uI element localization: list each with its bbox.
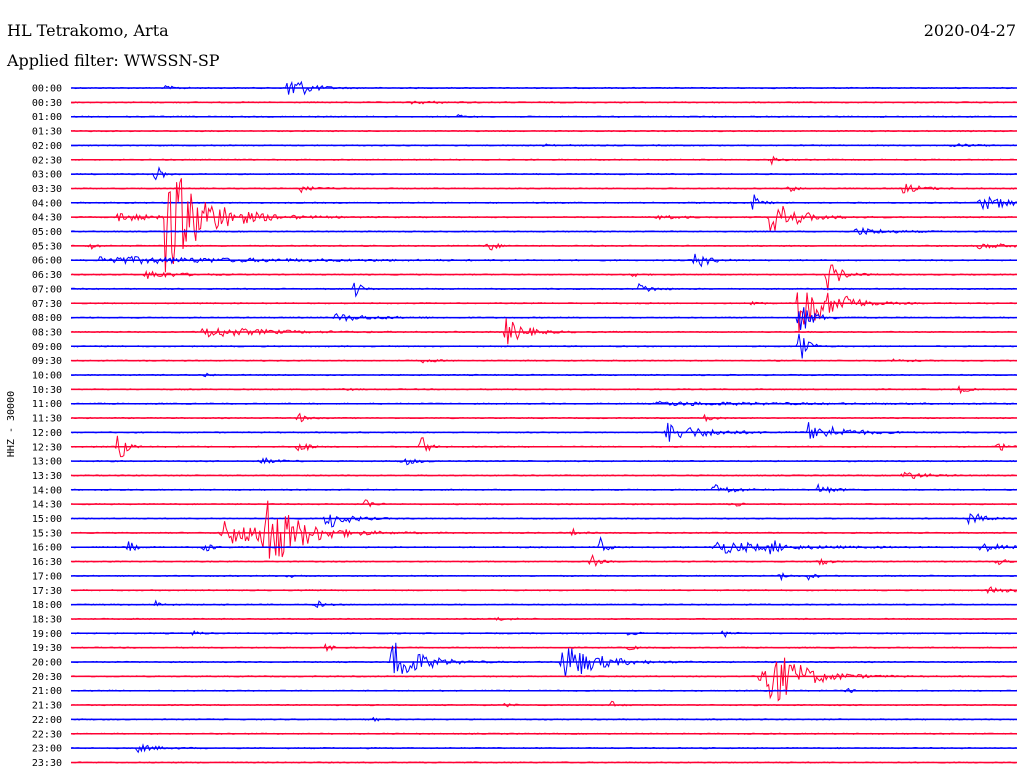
channel-label: HHZ - 30000 [6,391,17,457]
time-tick-label: 05:00 [32,227,62,238]
time-tick-label: 00:00 [32,84,62,95]
time-tick-label: 12:00 [32,428,62,439]
time-tick-label: 07:00 [32,284,62,295]
time-tick-label: 23:30 [32,758,62,769]
time-tick-label: 22:30 [32,729,62,740]
time-tick-label: 14:30 [32,500,62,511]
time-tick-label: 11:00 [32,399,62,410]
time-tick-label: 02:30 [32,155,62,166]
time-tick-label: 05:30 [32,241,62,252]
applied-filter: Applied filter: WWSSN-SP [6,51,220,70]
helicorder-plot: HL Tetrakomo, Arta 2020-04-27 Applied fi… [0,0,1024,780]
time-tick-label: 12:30 [32,442,62,453]
time-tick-label: 11:30 [32,414,62,425]
time-tick-label: 15:00 [32,514,62,525]
time-tick-label: 00:30 [32,98,62,109]
time-tick-label: 21:00 [32,686,62,697]
time-tick-label: 18:00 [32,600,62,611]
time-tick-label: 04:30 [32,213,62,224]
time-tick-label: 03:30 [32,184,62,195]
station-title: HL Tetrakomo, Arta [7,21,169,40]
time-tick-label: 22:00 [32,715,62,726]
time-tick-label: 04:00 [32,198,62,209]
time-tick-label: 15:30 [32,528,62,539]
time-tick-label: 10:00 [32,371,62,382]
time-tick-label: 01:30 [32,127,62,138]
time-tick-label: 23:00 [32,744,62,755]
time-tick-label: 03:00 [32,170,62,181]
time-tick-label: 09:30 [32,356,62,367]
time-tick-label: 06:30 [32,270,62,281]
record-date: 2020-04-27 [924,21,1016,40]
time-tick-label: 08:00 [32,313,62,324]
time-tick-label: 16:00 [32,543,62,554]
time-tick-label: 20:00 [32,658,62,669]
time-tick-label: 19:30 [32,643,62,654]
time-tick-label: 10:30 [32,385,62,396]
time-tick-label: 07:30 [32,299,62,310]
time-tick-label: 13:30 [32,471,62,482]
time-tick-label: 17:00 [32,571,62,582]
time-tick-label: 16:30 [32,557,62,568]
time-tick-label: 01:00 [32,112,62,123]
time-tick-label: 20:30 [32,672,62,683]
time-tick-label: 17:30 [32,586,62,597]
time-tick-label: 18:30 [32,614,62,625]
time-tick-label: 09:00 [32,342,62,353]
time-tick-label: 14:00 [32,485,62,496]
time-tick-label: 08:30 [32,327,62,338]
time-tick-label: 19:00 [32,629,62,640]
time-tick-label: 13:00 [32,457,62,468]
time-tick-label: 21:30 [32,701,62,712]
time-tick-label: 02:00 [32,141,62,152]
time-tick-label: 06:00 [32,256,62,267]
